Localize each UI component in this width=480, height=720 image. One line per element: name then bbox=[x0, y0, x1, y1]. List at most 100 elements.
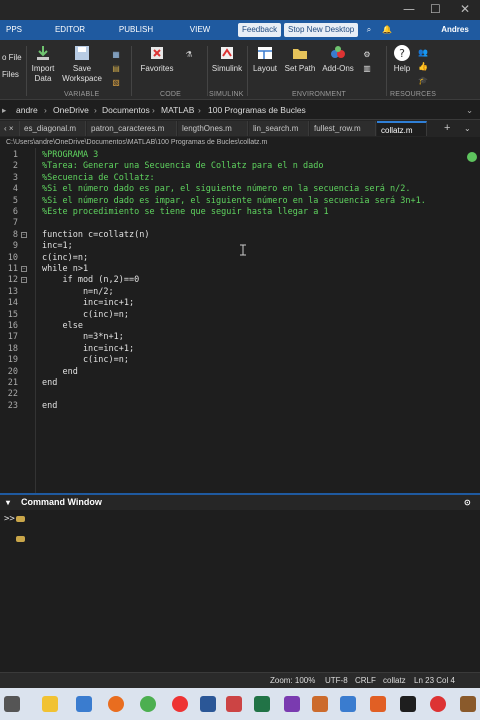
layout-label: Layout bbox=[252, 64, 278, 73]
line-number: 10 bbox=[7, 252, 18, 263]
tab-editor[interactable]: EDITOR bbox=[45, 20, 95, 40]
tab-fullest-row[interactable]: fullest_row.m bbox=[310, 121, 376, 136]
tab-lin-search[interactable]: lin_search.m bbox=[249, 121, 309, 136]
fold-toggle-icon[interactable]: − bbox=[21, 266, 27, 272]
excel-icon[interactable] bbox=[254, 696, 270, 712]
add-ons-button[interactable]: Add-Ons bbox=[320, 44, 356, 74]
compare-files-button[interactable]: Files bbox=[2, 70, 19, 80]
command-window-menu-icon[interactable]: ⊙ bbox=[464, 495, 471, 510]
chevron-down-icon[interactable]: ⌄ bbox=[466, 101, 473, 120]
save-workspace-button[interactable]: Save Workspace bbox=[62, 44, 102, 84]
tab-scroll-left[interactable]: ‹ × bbox=[0, 121, 20, 136]
code-line: else bbox=[42, 321, 83, 331]
maximize-icon[interactable]: ☐ bbox=[430, 2, 441, 16]
zoom-level[interactable]: Zoom: 100% bbox=[270, 673, 315, 688]
command-window[interactable]: >> bbox=[0, 510, 480, 672]
tab-patron-caracteres[interactable]: patron_caracteres.m bbox=[87, 121, 177, 136]
close-icon[interactable]: ✕ bbox=[460, 2, 470, 16]
workspace-options[interactable]: ▦ ▤ ▧ bbox=[106, 48, 126, 90]
community-icon: 👥 bbox=[418, 48, 428, 57]
code-analyzer-ok-icon[interactable] bbox=[467, 152, 477, 162]
tab-collatz[interactable]: collatz.m bbox=[377, 121, 427, 136]
code-editor[interactable]: 1 2 3 4 5 6 7 8−9 10 11−12−13 14 15 16 17 18 19 20 21 22 23… bbox=[0, 148, 480, 493]
set-path-button[interactable]: Set Path bbox=[283, 44, 317, 74]
fold-toggle-icon[interactable]: − bbox=[21, 231, 27, 238]
chevron-right-icon: › bbox=[94, 105, 97, 115]
tab-es-diagonal[interactable]: es_diagonal.m bbox=[20, 121, 86, 136]
word-icon[interactable] bbox=[200, 696, 216, 712]
add-tab-icon[interactable]: + bbox=[440, 121, 456, 136]
import-data-button[interactable]: Import Data bbox=[28, 44, 58, 84]
fx-icon[interactable] bbox=[16, 516, 25, 522]
file-type[interactable]: collatz bbox=[383, 673, 406, 688]
line-number-gutter: 1 2 3 4 5 6 7 8−9 10 11−12−13 14 15 16 17 18 19 20 21 22 23 bbox=[0, 148, 36, 493]
tab-lengthones[interactable]: lengthOnes.m bbox=[178, 121, 248, 136]
layout-button[interactable]: Layout bbox=[250, 44, 280, 74]
open-variable-icon: ▤ bbox=[112, 64, 120, 73]
fold-toggle-icon[interactable]: − bbox=[21, 277, 27, 284]
breadcrumb-current-folder[interactable]: 100 Programas de Bucles bbox=[208, 101, 306, 120]
opera-icon[interactable] bbox=[172, 696, 188, 712]
file-path: C:\Users\andre\OneDrive\Documentos\MATLA… bbox=[0, 137, 480, 148]
chevron-right-icon: › bbox=[152, 105, 155, 115]
simulink-button[interactable]: Simulink bbox=[210, 44, 244, 74]
media-icon[interactable] bbox=[430, 696, 446, 712]
svg-text:?: ? bbox=[399, 47, 405, 60]
help-button[interactable]: ? Help bbox=[390, 44, 414, 74]
stop-new-desktop-button[interactable]: Stop New Desktop bbox=[284, 23, 359, 37]
help-icon: ? bbox=[394, 45, 410, 61]
user-account[interactable]: Andres bbox=[440, 20, 470, 40]
help-label: Help bbox=[393, 64, 411, 73]
environment-extras[interactable]: ⚙ ▥ bbox=[358, 48, 376, 76]
chevron-right-icon: › bbox=[198, 105, 201, 115]
tab-list-icon[interactable]: ⌄ bbox=[460, 121, 476, 136]
encoding[interactable]: UTF-8 bbox=[325, 673, 348, 688]
matlab-icon[interactable] bbox=[370, 696, 386, 712]
collapse-icon[interactable]: ▾ bbox=[6, 495, 10, 510]
game-icon[interactable] bbox=[460, 696, 476, 712]
chrome-icon[interactable] bbox=[140, 696, 156, 712]
line-number: 11 bbox=[7, 264, 18, 274]
firefox-icon[interactable] bbox=[108, 696, 124, 712]
search-icon[interactable]: ⌕ bbox=[362, 20, 376, 40]
divider bbox=[386, 46, 387, 96]
breadcrumb-andre[interactable]: andre bbox=[16, 101, 38, 120]
powerpoint-icon[interactable] bbox=[226, 696, 242, 712]
path-arrow-icon: ▸ bbox=[2, 105, 7, 115]
save-workspace-label: Save Workspace bbox=[62, 64, 102, 83]
taskbar-app-icon[interactable] bbox=[4, 696, 20, 712]
tab-apps[interactable]: PPS bbox=[0, 20, 28, 40]
minimize-icon[interactable]: — bbox=[403, 2, 415, 16]
analyze-code-icon[interactable]: ⚗ bbox=[178, 50, 200, 60]
tab-publish[interactable]: PUBLISH bbox=[112, 20, 160, 40]
favorites-button[interactable]: Favorites bbox=[138, 44, 176, 74]
photos-icon[interactable] bbox=[340, 696, 356, 712]
terminal-icon[interactable] bbox=[400, 696, 416, 712]
file-explorer-icon[interactable] bbox=[42, 696, 58, 712]
notifications-icon[interactable]: 🔔 bbox=[380, 20, 394, 40]
section-resources: RESOURCES bbox=[390, 91, 437, 98]
code-comment-line: %Si el número dado es par, el siguiente … bbox=[42, 184, 411, 195]
feedback-button[interactable]: Feedback bbox=[238, 23, 282, 37]
onenote-icon[interactable] bbox=[284, 696, 300, 712]
title-bar: — ☐ ✕ bbox=[0, 0, 480, 20]
section-code: CODE bbox=[160, 91, 182, 98]
open-file-button[interactable]: o File bbox=[2, 53, 22, 63]
community-links[interactable]: 👥 👍 🎓 bbox=[416, 46, 430, 88]
line-number: 16 bbox=[7, 321, 18, 331]
store-icon[interactable] bbox=[312, 696, 328, 712]
text-cursor-icon bbox=[240, 244, 246, 256]
new-variable-icon: ▦ bbox=[112, 50, 120, 59]
learn-icon: 🎓 bbox=[418, 76, 428, 85]
line-ending[interactable]: CRLF bbox=[355, 673, 376, 688]
tab-view[interactable]: VIEW bbox=[180, 20, 220, 40]
calendar-icon[interactable] bbox=[76, 696, 92, 712]
import-data-label: Import Data bbox=[31, 64, 55, 83]
code-line: c(inc)=n; bbox=[42, 355, 129, 366]
cursor-position[interactable]: Ln 23 Col 4 bbox=[414, 673, 455, 688]
breadcrumb-onedrive[interactable]: OneDrive bbox=[53, 101, 89, 120]
section-environment: ENVIRONMENT bbox=[292, 91, 346, 98]
breadcrumb-documentos[interactable]: Documentos bbox=[102, 101, 150, 120]
breadcrumb-matlab[interactable]: MATLAB bbox=[161, 101, 194, 120]
code-line: inc=1; bbox=[42, 241, 73, 252]
